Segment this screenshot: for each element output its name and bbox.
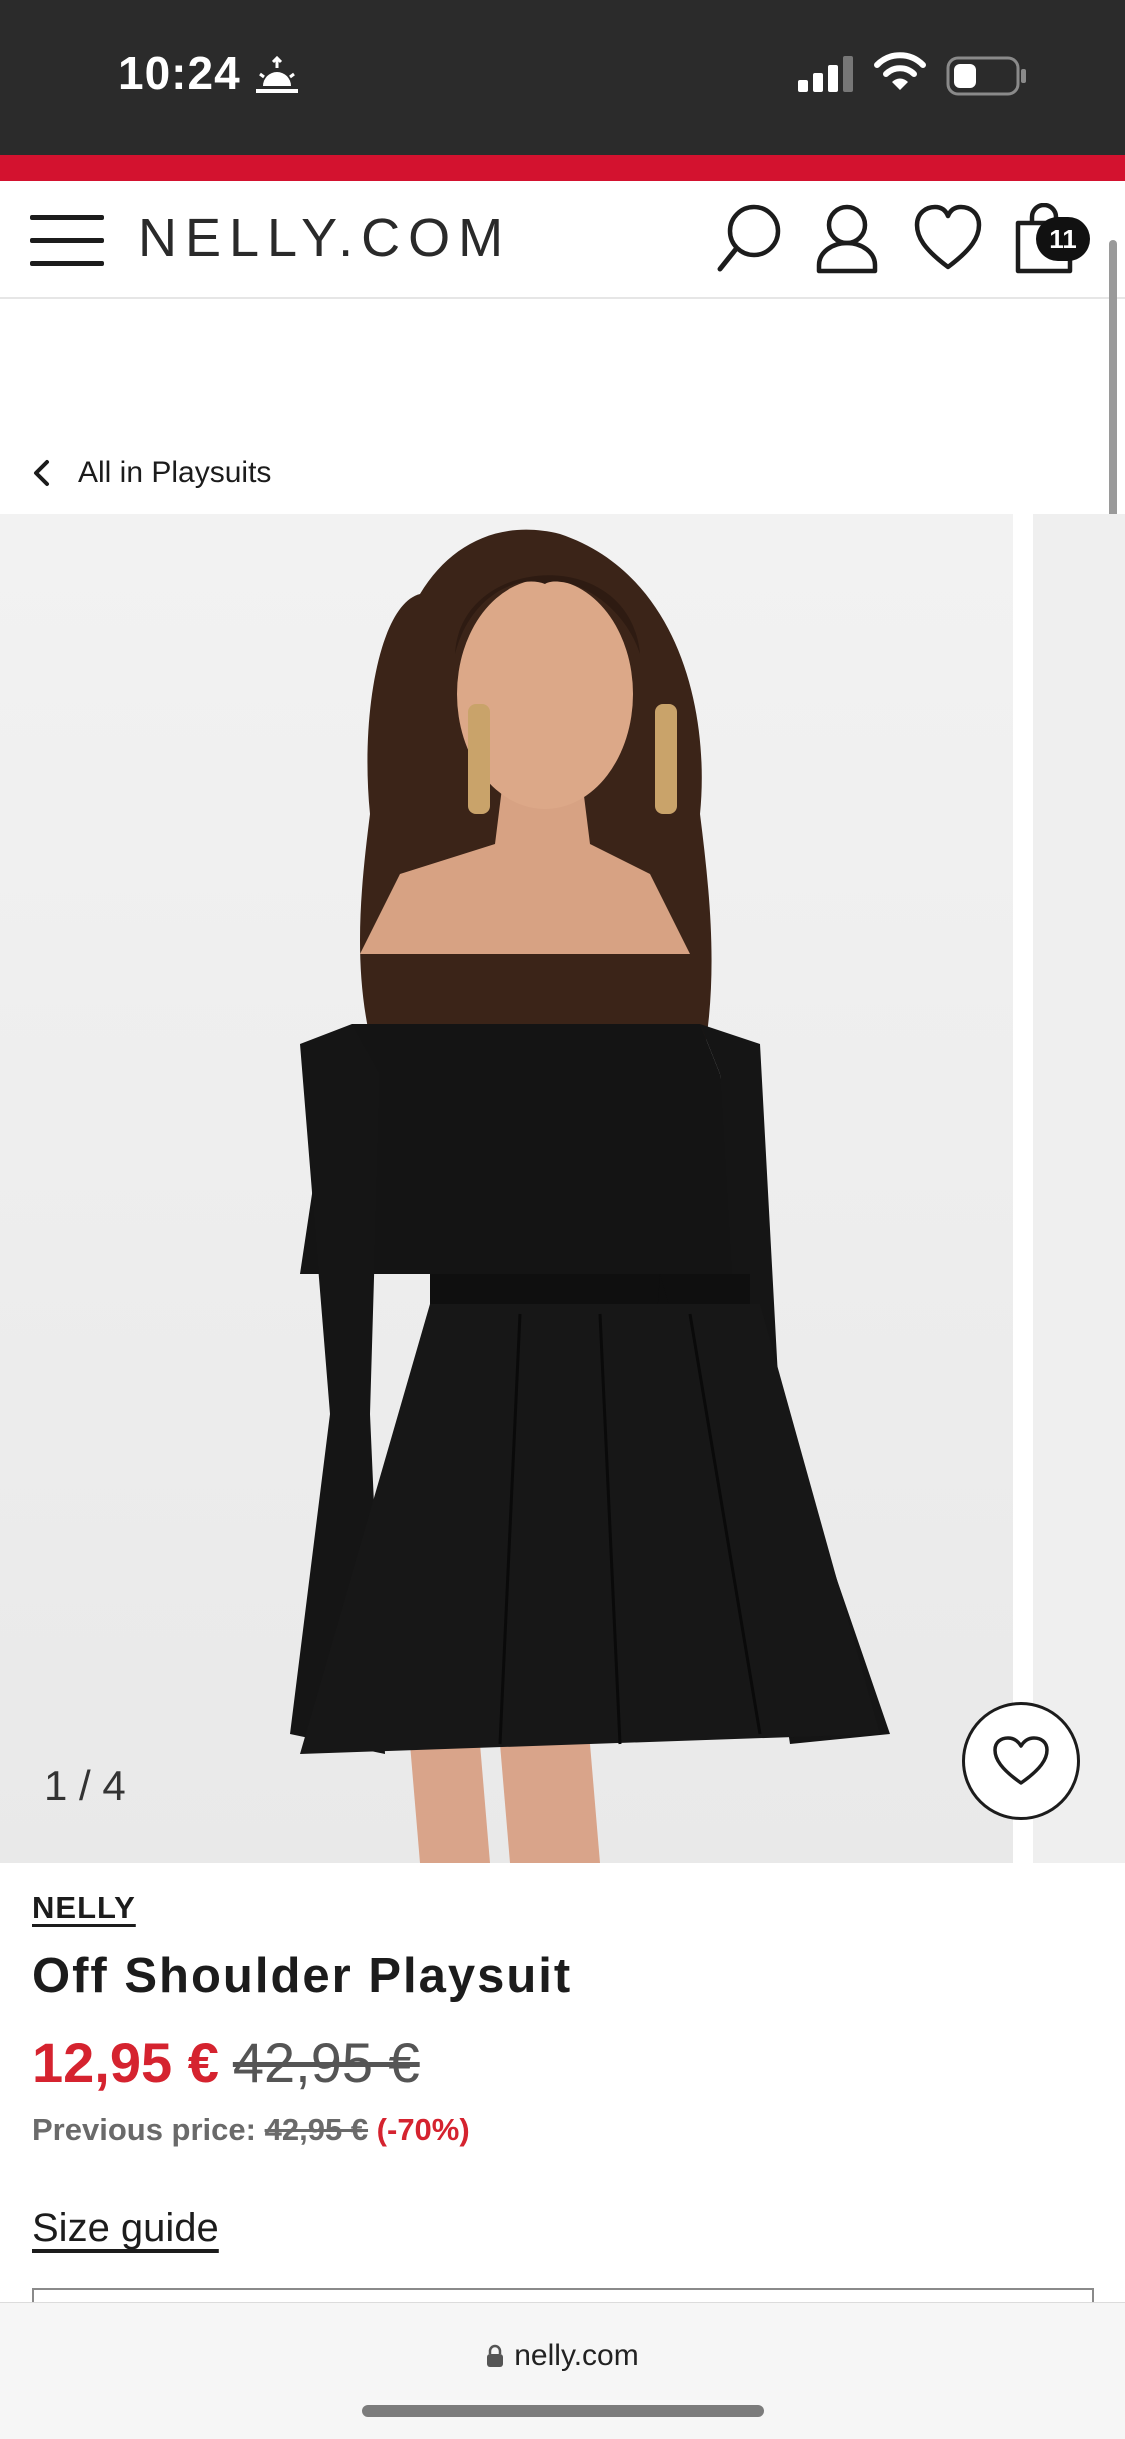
- site-header: NELLY.COM 11: [0, 181, 1125, 299]
- previous-price-line: Previous price: 42,95 € (-70%): [32, 2112, 470, 2148]
- wishlist-icon[interactable]: [914, 203, 982, 275]
- signal-icon: [798, 56, 853, 92]
- back-link-label: All in Playsuits: [78, 456, 272, 489]
- next-image-peek[interactable]: [1033, 514, 1125, 1863]
- wifi-icon: [874, 52, 926, 90]
- cart-count-badge: 11: [1036, 217, 1090, 261]
- menu-icon[interactable]: [30, 213, 104, 267]
- back-to-category-link[interactable]: All in Playsuits: [32, 448, 271, 498]
- product-image[interactable]: [0, 514, 1013, 1863]
- size-guide-link[interactable]: Size guide: [32, 2206, 219, 2251]
- account-icon[interactable]: [816, 203, 878, 275]
- battery-icon: [946, 56, 1026, 96]
- add-to-wishlist-button[interactable]: [962, 1702, 1080, 1820]
- price-row: 12,95 € 42,95 €: [32, 2030, 420, 2095]
- sale-price: 12,95 €: [32, 2031, 219, 2094]
- browser-address-bar[interactable]: nelly.com: [0, 2302, 1125, 2439]
- previous-price-value: 42,95 €: [264, 2112, 369, 2147]
- heart-icon: [993, 1736, 1049, 1785]
- home-indicator[interactable]: [362, 2405, 764, 2417]
- product-brand-link[interactable]: NELLY: [32, 1890, 136, 1926]
- original-price: 42,95 €: [232, 2031, 420, 2094]
- product-title: Off Shoulder Playsuit: [32, 1949, 573, 2003]
- url-row[interactable]: nelly.com: [0, 2339, 1125, 2373]
- chevron-left-icon: [34, 460, 49, 486]
- lock-icon: [487, 2344, 504, 2367]
- previous-price-label: Previous price:: [32, 2112, 256, 2147]
- search-icon[interactable]: [716, 203, 782, 275]
- promo-stripe: [0, 155, 1125, 181]
- sunrise-icon: [256, 56, 298, 93]
- model-photo: [0, 514, 1013, 1863]
- image-counter: 1 / 4: [44, 1762, 126, 1809]
- status-time: 10:24: [118, 47, 241, 99]
- discount-percent: (-70%): [376, 2112, 470, 2147]
- status-bar: 10:24: [0, 0, 1125, 155]
- url-text: nelly.com: [514, 2339, 639, 2372]
- site-logo[interactable]: NELLY.COM: [138, 207, 511, 269]
